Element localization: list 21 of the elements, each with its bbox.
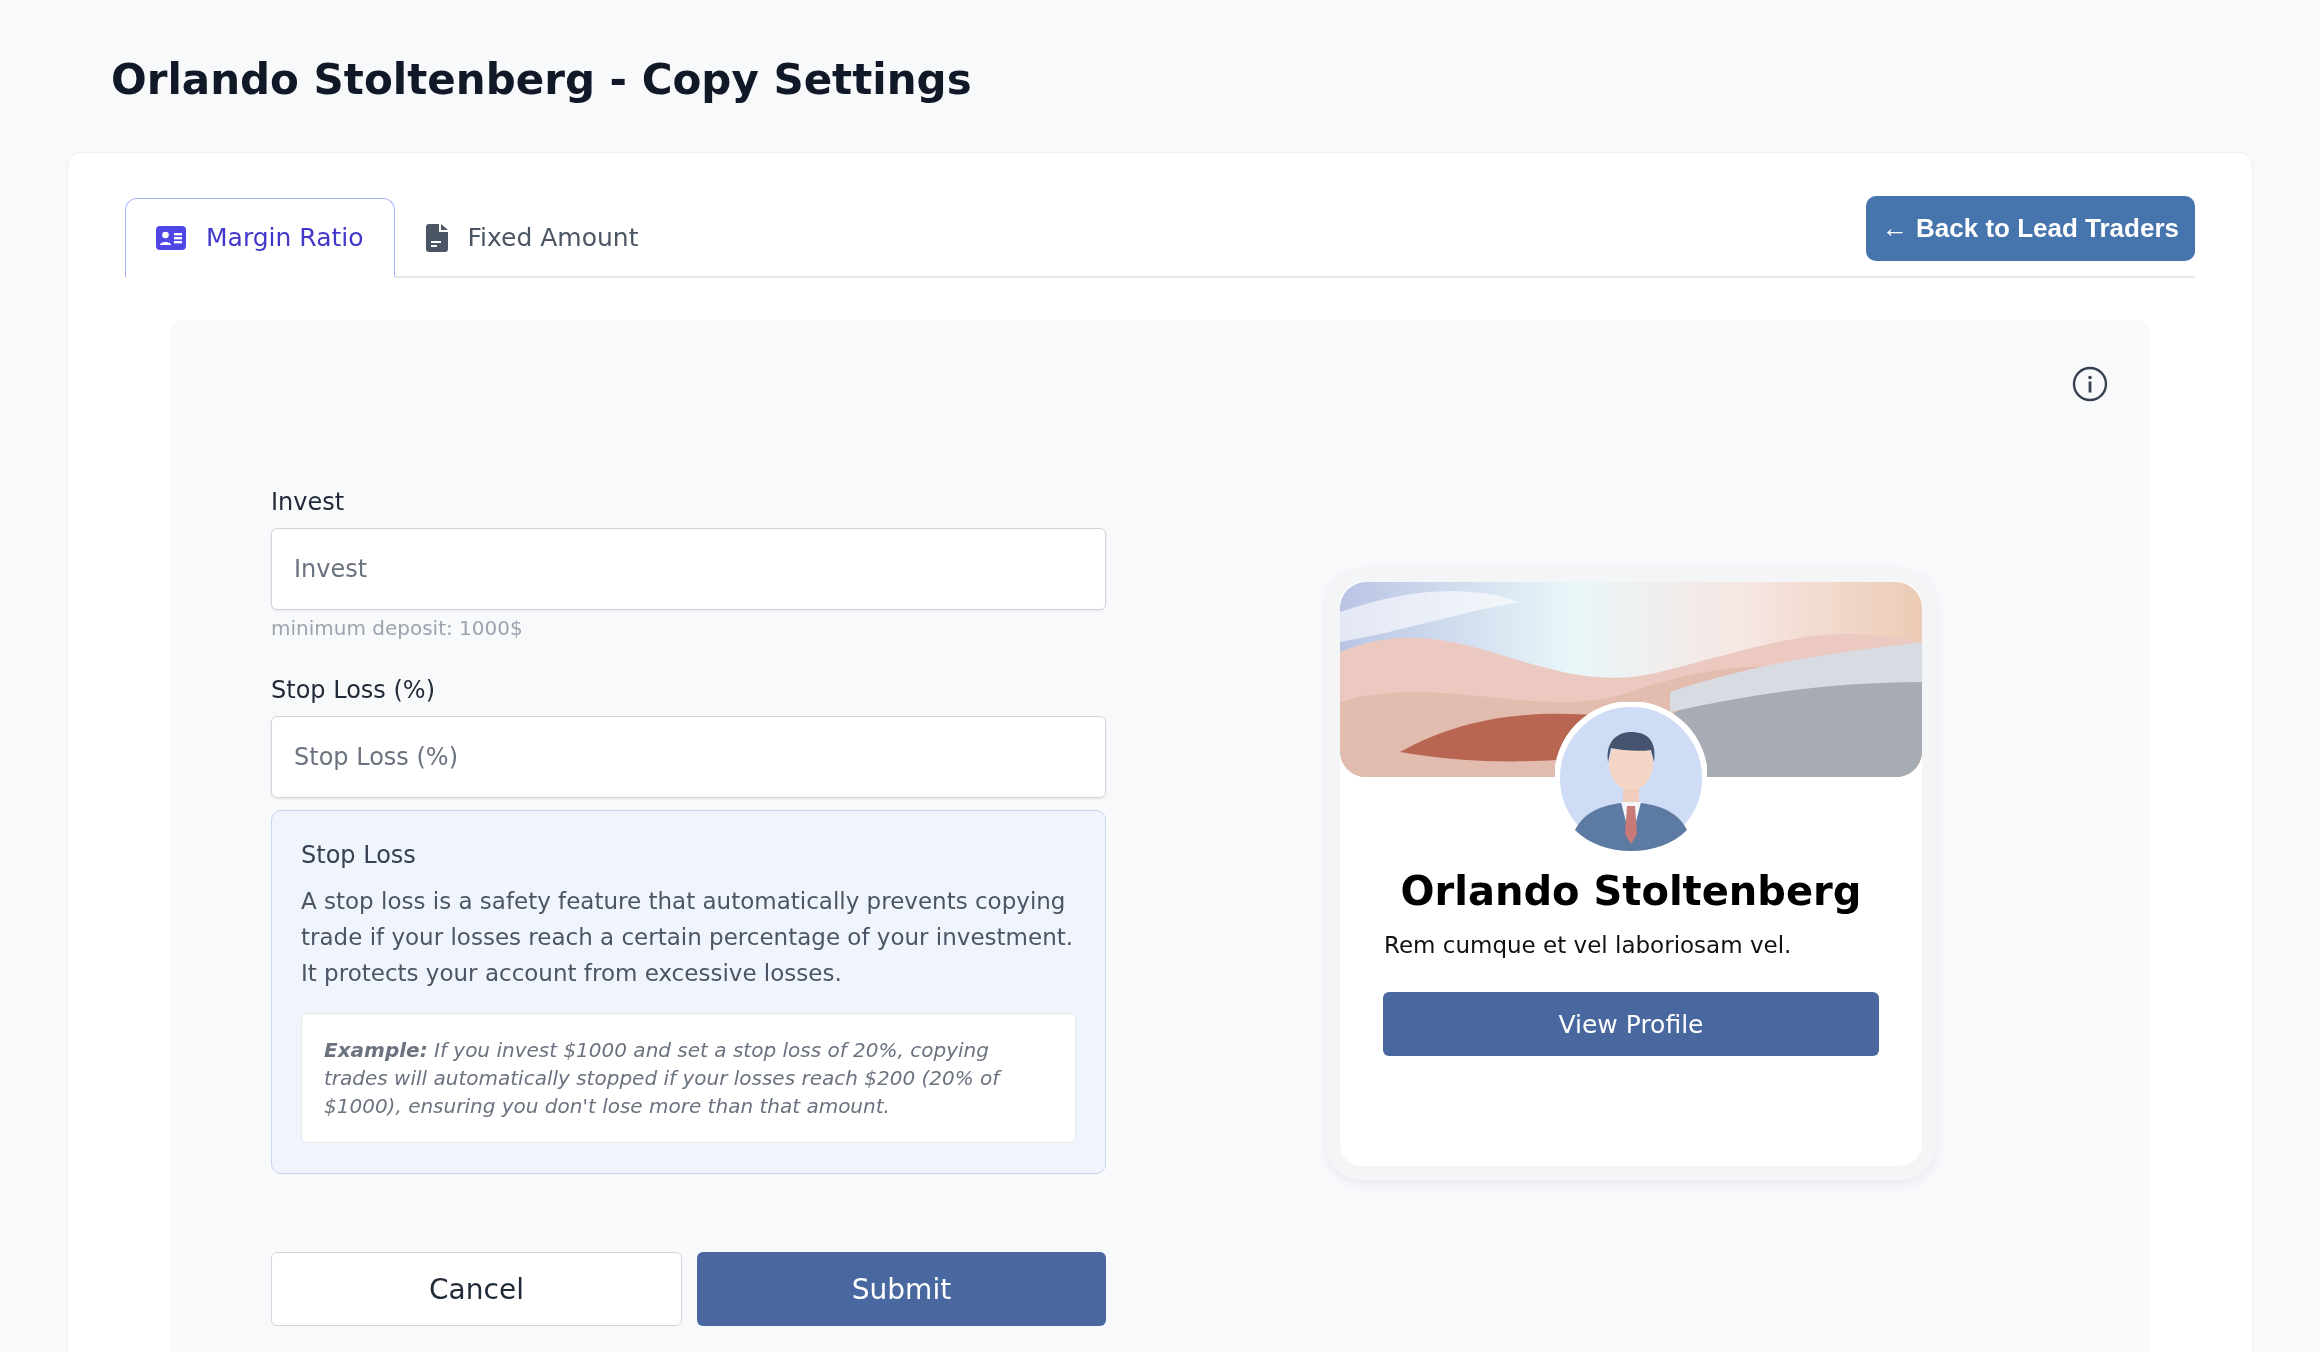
tab[interactable]: Fixed Amount — [394, 198, 670, 278]
file-icon — [425, 223, 448, 252]
tab[interactable]: Margin Ratio — [125, 198, 395, 278]
field-hint: minimum deposit: 1000$ — [271, 616, 524, 640]
example-text: Example: If you invest $1000 and set a stop loss of 20%, copying trades will automatically stopped if your losses reach $200 (20% of $1000), ensuring you don't lose more than that amount. — [301, 1013, 1076, 1143]
input-field[interactable]: Stop Loss (%) — [271, 716, 1106, 798]
page-title: Orlando Stoltenberg - Copy Settings — [111, 54, 972, 106]
back-button[interactable]: ← Back to Lead Traders — [1866, 196, 2195, 261]
id-card-icon — [156, 225, 186, 250]
submit-button[interactable]: Submit — [697, 1252, 1106, 1326]
info-text: A stop loss is a safety feature that automatically prevents copying trade if your losses reach a certain percentage of your investment. It protects your account from excessive losses. — [301, 887, 1075, 988]
trader-bio: Rem cumque et vel laboriosam vel. — [1383, 932, 1793, 958]
avatar-icon — [1555, 702, 1707, 854]
field-label: Invest — [271, 488, 346, 516]
field-label: Stop Loss (%) — [271, 676, 436, 704]
cancel-button[interactable]: Cancel — [271, 1252, 682, 1326]
info-title: Stop Loss — [301, 841, 417, 869]
info-icon[interactable] — [2072, 366, 2108, 402]
input-field[interactable]: Invest — [271, 528, 1106, 610]
view-profile-button[interactable]: View Profile — [1383, 992, 1879, 1056]
trader-name: Orlando Stoltenberg — [1400, 868, 1862, 914]
